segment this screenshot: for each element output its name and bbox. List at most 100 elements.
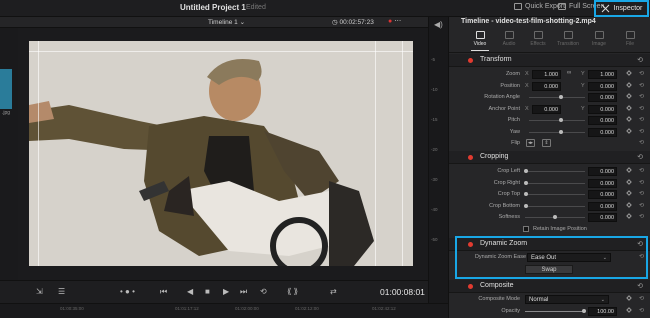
reset-icon[interactable]: ⟲ bbox=[639, 105, 644, 112]
anchor-x-field[interactable]: 0.000 bbox=[532, 104, 561, 114]
slider-knob[interactable] bbox=[559, 129, 563, 134]
enable-toggle[interactable] bbox=[468, 242, 473, 247]
flip-vertical-icon[interactable]: ⇕ bbox=[542, 139, 551, 147]
keyframe-icon[interactable] bbox=[626, 201, 632, 208]
keyframe-icon[interactable] bbox=[626, 127, 632, 134]
crop-left-slider[interactable] bbox=[525, 171, 585, 172]
enable-toggle[interactable] bbox=[468, 58, 473, 63]
keyframe-icon[interactable] bbox=[626, 213, 632, 219]
zoom-x-field[interactable]: 1.000 bbox=[532, 70, 561, 79]
loop-icon[interactable]: ⟲ bbox=[260, 287, 267, 296]
skip-back-icon[interactable]: ⏮ bbox=[160, 287, 167, 297]
timeline-selector[interactable]: Timeline 1 ⌄ bbox=[208, 18, 245, 26]
reset-icon[interactable]: ⟲ bbox=[637, 56, 643, 64]
crop-left-field[interactable]: 0.000 bbox=[588, 167, 617, 176]
play-icon[interactable]: ▶ bbox=[223, 287, 229, 296]
composite-mode-dropdown[interactable]: Normal ⌄ bbox=[525, 295, 609, 304]
keyframe-icon[interactable] bbox=[626, 104, 632, 111]
reset-icon[interactable]: ⟲ bbox=[639, 213, 644, 220]
crop-top-slider[interactable] bbox=[525, 194, 585, 195]
timeline-ruler[interactable]: 01:00:35:00 01:01:17:12 01:02:00:00 01:0… bbox=[0, 303, 448, 318]
reset-icon[interactable]: ⟲ bbox=[639, 128, 644, 135]
reset-icon[interactable]: ⟲ bbox=[639, 116, 644, 123]
reset-icon[interactable]: ⟲ bbox=[637, 240, 643, 248]
reset-icon[interactable]: ⟲ bbox=[639, 307, 644, 314]
in-out-icon[interactable]: ⟪ ⟫ bbox=[287, 287, 298, 296]
slider-knob[interactable] bbox=[524, 180, 528, 185]
tab-transition[interactable]: Transition bbox=[553, 31, 583, 47]
split-icon[interactable]: ⇄ bbox=[330, 287, 337, 296]
keyframe-icon[interactable] bbox=[626, 167, 632, 173]
rotation-field[interactable]: 0.000 bbox=[588, 93, 617, 102]
clip-options-icon[interactable]: ☰ bbox=[58, 287, 65, 296]
cropping-header[interactable]: Cropping ⟲ bbox=[449, 151, 650, 164]
enable-toggle[interactable] bbox=[468, 284, 473, 289]
reset-icon[interactable]: ⟲ bbox=[639, 70, 644, 77]
opacity-slider[interactable] bbox=[525, 310, 585, 312]
flip-horizontal-icon[interactable]: ◂▸ bbox=[526, 139, 535, 147]
softness-field[interactable]: 0.000 bbox=[588, 213, 617, 222]
dynamic-zoom-header[interactable]: Dynamic Zoom ⟲ bbox=[449, 238, 650, 251]
keyframe-icon[interactable] bbox=[626, 190, 632, 196]
play-reverse-icon[interactable]: ◀ bbox=[187, 287, 193, 296]
slider-knob[interactable] bbox=[582, 308, 586, 313]
keyframe-icon[interactable] bbox=[626, 116, 632, 122]
viewer-options[interactable]: ●⋯ bbox=[388, 17, 403, 25]
zoom-ease-dropdown[interactable]: Ease Out ⌄ bbox=[527, 253, 611, 262]
keyframe-icon[interactable] bbox=[626, 306, 632, 313]
pitch-field[interactable]: 0.000 bbox=[588, 116, 617, 125]
swap-button[interactable]: Swap bbox=[525, 264, 573, 274]
composite-header[interactable]: Composite ⟲ bbox=[449, 280, 650, 293]
reset-icon[interactable]: ⟲ bbox=[639, 82, 644, 89]
reset-icon[interactable]: ⟲ bbox=[637, 282, 643, 290]
transform-header[interactable]: Transform ⟲ bbox=[449, 54, 650, 67]
keyframe-icon[interactable] bbox=[626, 81, 632, 88]
rotation-slider[interactable] bbox=[529, 97, 585, 98]
video-frame[interactable] bbox=[29, 41, 413, 266]
crop-bottom-field[interactable]: 0.000 bbox=[588, 201, 617, 211]
reset-icon[interactable]: ⟲ bbox=[639, 179, 644, 186]
keyframe-icon[interactable] bbox=[626, 70, 632, 76]
link-icon[interactable]: ∞ bbox=[567, 70, 571, 76]
position-x-field[interactable]: 0.000 bbox=[532, 81, 561, 91]
tab-audio[interactable]: Audio bbox=[494, 31, 524, 47]
reset-icon[interactable]: ⟲ bbox=[639, 167, 644, 174]
position-y-field[interactable]: 0.000 bbox=[588, 81, 617, 91]
yaw-field[interactable]: 0.000 bbox=[588, 127, 617, 137]
anchor-y-field[interactable]: 0.000 bbox=[588, 104, 617, 114]
slider-knob[interactable] bbox=[559, 95, 563, 99]
reset-icon[interactable]: ⟲ bbox=[639, 93, 644, 100]
opacity-field[interactable]: 100.00 bbox=[588, 306, 617, 316]
pitch-slider[interactable] bbox=[529, 120, 585, 121]
crop-bottom-slider[interactable] bbox=[525, 205, 585, 207]
slider-knob[interactable] bbox=[524, 203, 528, 208]
enable-toggle[interactable] bbox=[468, 155, 473, 160]
slider-knob[interactable] bbox=[524, 169, 528, 173]
tab-effects[interactable]: Effects bbox=[523, 31, 553, 47]
slider-knob[interactable] bbox=[559, 118, 563, 122]
slider-knob[interactable] bbox=[553, 215, 557, 219]
keyframe-icon[interactable] bbox=[626, 295, 632, 301]
reset-icon[interactable]: ⟲ bbox=[639, 202, 644, 209]
zoom-y-field[interactable]: 1.000 bbox=[588, 70, 617, 79]
skip-forward-icon[interactable]: ⏭ bbox=[240, 287, 247, 297]
slider-knob[interactable] bbox=[524, 192, 528, 196]
jog-dot-icon[interactable]: • ● • bbox=[120, 287, 135, 296]
reset-icon[interactable]: ⟲ bbox=[639, 295, 644, 302]
crop-right-field[interactable]: 0.000 bbox=[588, 178, 617, 188]
inspector-button[interactable]: Inspector bbox=[594, 0, 649, 17]
keyframe-icon[interactable] bbox=[626, 178, 632, 185]
reset-icon[interactable]: ⟲ bbox=[637, 153, 643, 161]
tab-image[interactable]: Image bbox=[584, 31, 614, 47]
reset-icon[interactable]: ⟲ bbox=[639, 253, 644, 260]
reset-icon[interactable]: ⟲ bbox=[639, 139, 644, 146]
match-frame-icon[interactable]: ⇲ bbox=[36, 287, 43, 296]
tab-video[interactable]: Video bbox=[465, 31, 495, 51]
media-thumbnail[interactable] bbox=[0, 69, 12, 109]
yaw-slider[interactable] bbox=[529, 131, 585, 133]
crop-right-slider[interactable] bbox=[525, 182, 585, 184]
crop-top-field[interactable]: 0.000 bbox=[588, 190, 617, 199]
keyframe-icon[interactable] bbox=[626, 93, 632, 99]
reset-icon[interactable]: ⟲ bbox=[639, 190, 644, 197]
stop-icon[interactable]: ■ bbox=[205, 287, 210, 296]
